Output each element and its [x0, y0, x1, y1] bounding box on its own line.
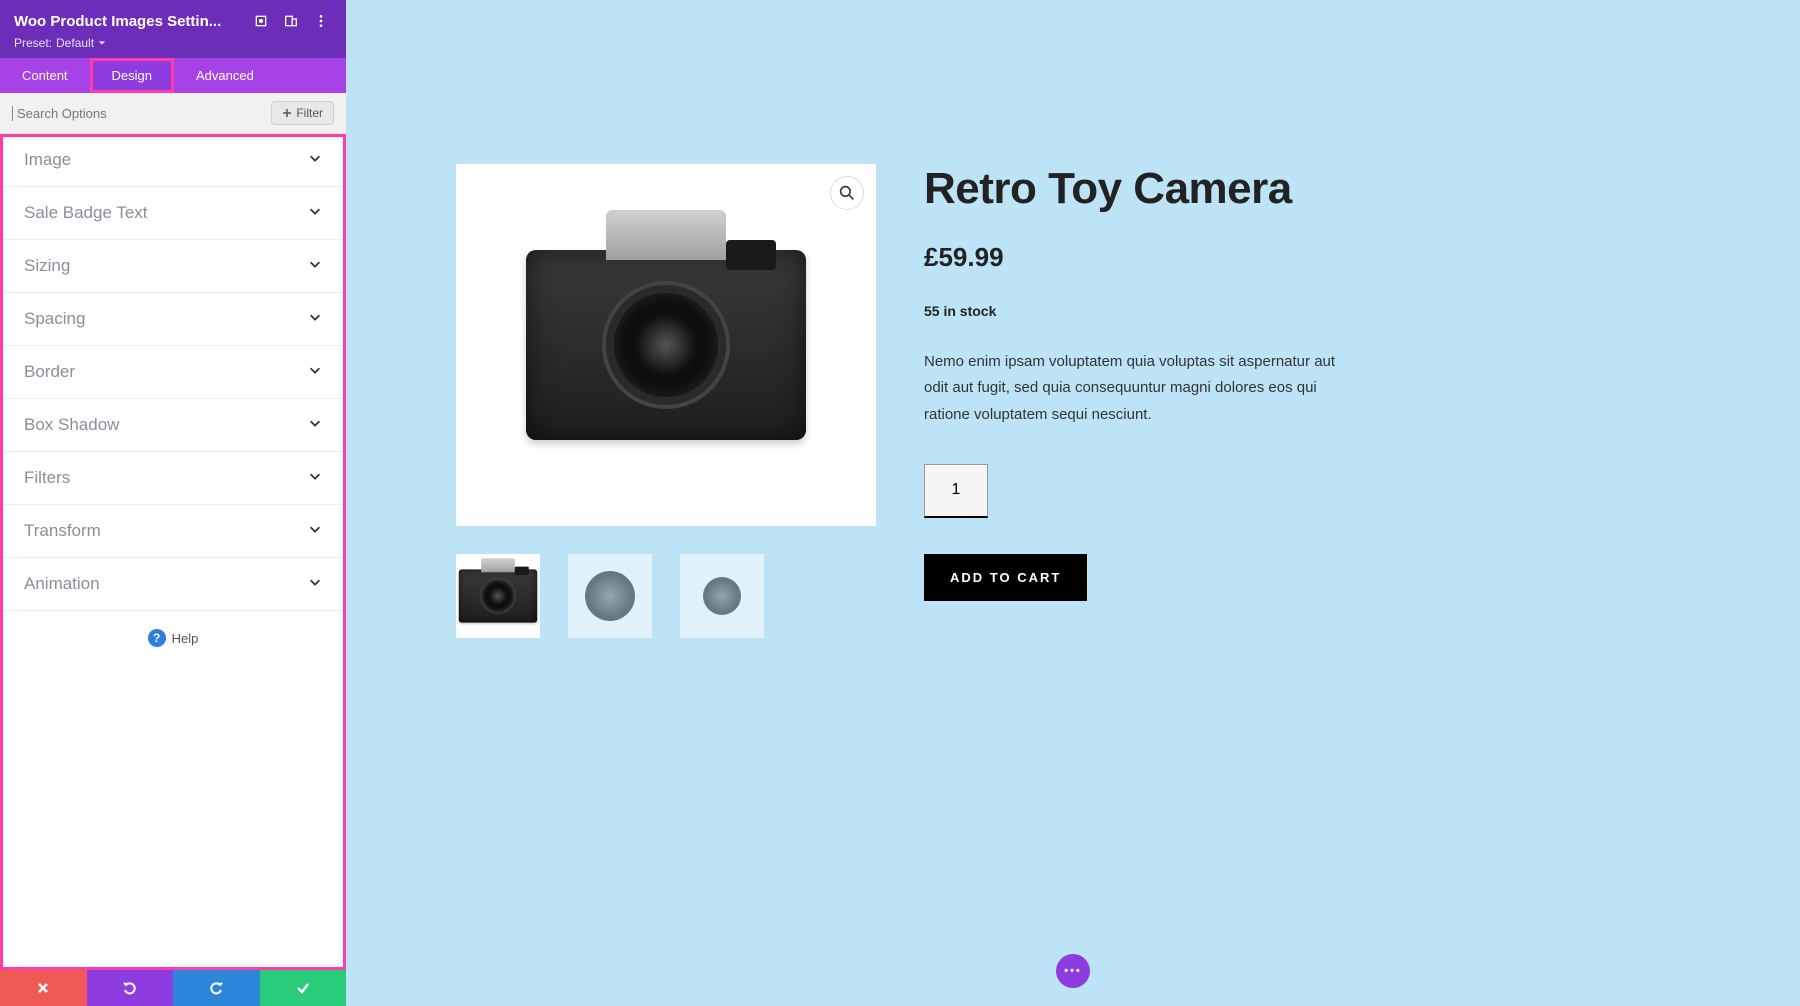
redo-button[interactable] [173, 970, 260, 1006]
chevron-down-icon [308, 257, 322, 276]
accordion-label: Sizing [24, 256, 70, 276]
thumbnail[interactable] [680, 554, 764, 638]
builder-fab[interactable]: ••• [1056, 954, 1090, 988]
accordion-label: Box Shadow [24, 415, 119, 435]
chevron-down-icon [308, 522, 322, 541]
thumbnail[interactable] [568, 554, 652, 638]
accordion-sizing[interactable]: Sizing [0, 240, 346, 293]
settings-sidebar: Woo Product Images Settin... Preset: Def… [0, 0, 346, 1006]
product-details: Retro Toy Camera £59.99 55 in stock Nemo… [924, 164, 1690, 601]
accordion-label: Animation [24, 574, 100, 594]
dots-icon: ••• [1064, 965, 1082, 977]
sidebar-header: Woo Product Images Settin... Preset: Def… [0, 0, 346, 58]
main-product-image[interactable] [456, 164, 876, 526]
preset-dropdown[interactable]: Preset: Default [14, 36, 332, 50]
accordion-label: Image [24, 150, 71, 170]
help-icon: ? [148, 629, 166, 647]
panel-title: Woo Product Images Settin... [14, 13, 242, 30]
filter-button[interactable]: Filter [271, 101, 334, 125]
thumbnail[interactable] [456, 554, 540, 638]
search-input[interactable] [12, 106, 263, 121]
tab-design[interactable]: Design [90, 58, 174, 93]
search-row: Filter [0, 93, 346, 134]
chevron-down-icon [308, 469, 322, 488]
accordion-image[interactable]: Image [0, 134, 346, 187]
accordion-animation[interactable]: Animation [0, 558, 346, 611]
thumbnail-row [456, 554, 876, 638]
accordion-list: Image Sale Badge Text Sizing Spacing Bor… [0, 134, 346, 970]
preview-canvas: Retro Toy Camera £59.99 55 in stock Nemo… [346, 0, 1800, 1006]
chevron-down-icon [308, 204, 322, 223]
undo-button[interactable] [87, 970, 174, 1006]
accordion-box-shadow[interactable]: Box Shadow [0, 399, 346, 452]
product-layout: Retro Toy Camera £59.99 55 in stock Nemo… [456, 164, 1690, 638]
accordion-label: Spacing [24, 309, 85, 329]
accordion-spacing[interactable]: Spacing [0, 293, 346, 346]
product-description: Nemo enim ipsam voluptatem quia voluptas… [924, 349, 1344, 428]
close-button[interactable] [0, 970, 87, 1006]
responsive-icon[interactable] [280, 10, 302, 32]
chevron-down-icon [308, 416, 322, 435]
camera-illustration [526, 250, 806, 440]
accordion-label: Sale Badge Text [24, 203, 148, 223]
quantity-stepper[interactable] [924, 464, 988, 518]
product-price: £59.99 [924, 242, 1690, 273]
chevron-down-icon [308, 575, 322, 594]
chevron-down-icon [308, 363, 322, 382]
add-to-cart-button[interactable]: ADD TO CART [924, 554, 1087, 601]
chevron-down-icon [308, 310, 322, 329]
help-link[interactable]: ? Help [0, 611, 346, 665]
accordion-filters[interactable]: Filters [0, 452, 346, 505]
help-label: Help [172, 631, 199, 646]
preset-value: Default [56, 36, 94, 50]
bottom-actions [0, 970, 346, 1006]
accordion-border[interactable]: Border [0, 346, 346, 399]
chevron-down-icon [308, 151, 322, 170]
filter-label: Filter [296, 106, 323, 120]
more-icon[interactable] [310, 10, 332, 32]
accordion-label: Border [24, 362, 75, 382]
preset-label: Preset: [14, 36, 52, 50]
stock-status: 55 in stock [924, 303, 1690, 319]
accordion-label: Transform [24, 521, 101, 541]
accordion-label: Filters [24, 468, 70, 488]
product-title: Retro Toy Camera [924, 164, 1690, 214]
tab-advanced[interactable]: Advanced [174, 58, 276, 93]
accordion-sale-badge-text[interactable]: Sale Badge Text [0, 187, 346, 240]
product-gallery [456, 164, 876, 638]
tab-content[interactable]: Content [0, 58, 90, 93]
expand-icon[interactable] [250, 10, 272, 32]
zoom-icon[interactable] [830, 176, 864, 210]
accordion-transform[interactable]: Transform [0, 505, 346, 558]
settings-tabs: Content Design Advanced [0, 58, 346, 93]
save-button[interactable] [260, 970, 347, 1006]
